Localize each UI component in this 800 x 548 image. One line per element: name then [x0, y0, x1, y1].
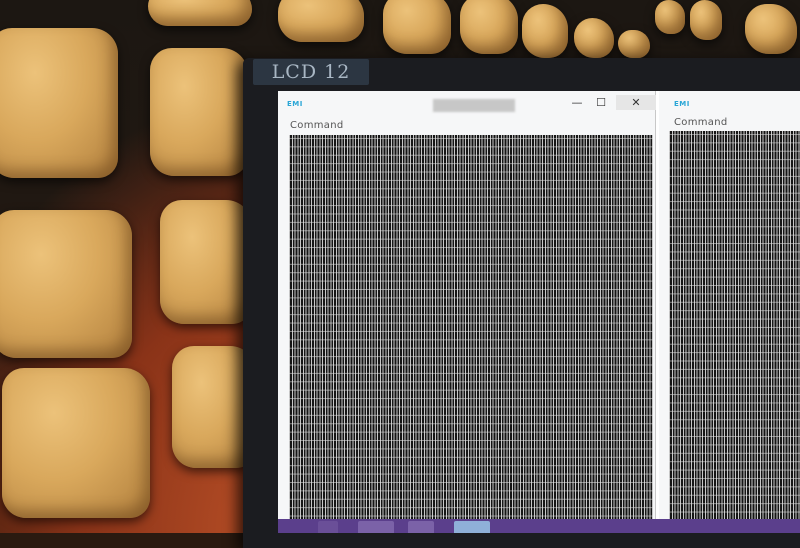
command-label: Command [674, 117, 728, 128]
close-button[interactable]: ✕ [616, 95, 656, 110]
command-output-area[interactable] [669, 131, 800, 519]
monitor-screen: EMI — ☐ ✕ Command EMI Command [278, 91, 800, 533]
minimize-button[interactable]: — [570, 95, 584, 110]
app-icon: EMI [287, 100, 303, 108]
window-title-blurred [433, 99, 515, 112]
monitor-label: LCD 12 [253, 59, 369, 85]
maximize-button[interactable]: ☐ [594, 95, 608, 110]
command-window-left: EMI — ☐ ✕ Command [278, 91, 656, 519]
taskbar-button[interactable] [408, 521, 434, 533]
command-window-right: EMI Command [659, 91, 800, 519]
command-label: Command [290, 120, 344, 131]
taskbar-button[interactable] [454, 521, 490, 533]
command-output-area[interactable] [289, 135, 653, 519]
title-bar: EMI — ☐ ✕ [278, 91, 656, 113]
app-icon: EMI [674, 100, 690, 108]
taskbar-button[interactable] [358, 521, 394, 533]
taskbar-button[interactable] [318, 521, 338, 533]
taskbar [278, 519, 800, 533]
